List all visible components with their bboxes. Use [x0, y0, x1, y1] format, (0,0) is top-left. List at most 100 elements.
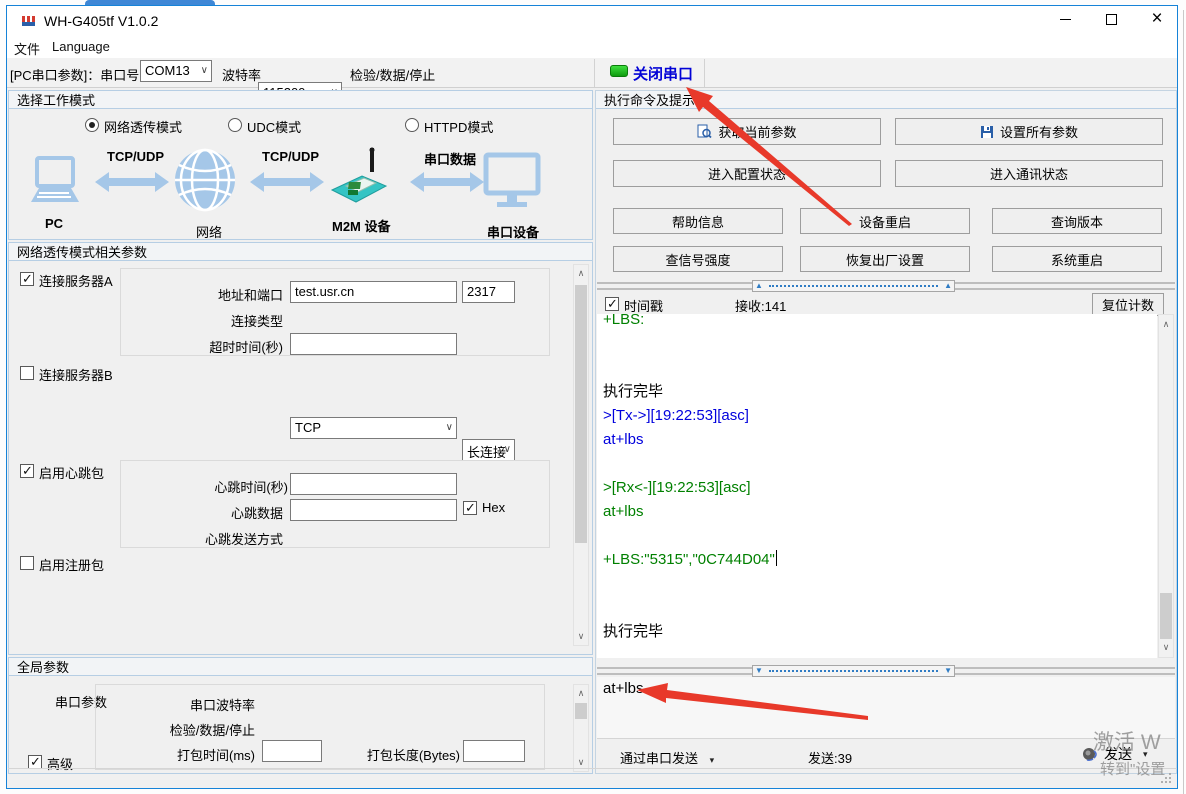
hb-data-label: 心跳数据 — [160, 503, 283, 522]
enter-comm-button[interactable]: 进入通讯状态 — [895, 160, 1163, 187]
background-window-edge — [1183, 10, 1184, 794]
collapse-down-icon[interactable]: ▼ — [753, 667, 765, 675]
hb-time-input[interactable] — [290, 473, 457, 495]
menu-language[interactable]: Language — [52, 39, 110, 54]
scroll-down-icon[interactable]: ∨ — [1159, 642, 1173, 653]
enter-config-label: 进入配置状态 — [708, 164, 786, 183]
hex-checkbox[interactable] — [463, 501, 477, 515]
com-port-select[interactable]: COM13 ∨ — [140, 60, 212, 82]
scroll-up-icon[interactable]: ∧ — [574, 268, 588, 279]
signal-strength-label: 查信号强度 — [665, 250, 730, 269]
splitter-dots — [769, 285, 938, 287]
menu-file[interactable]: 文件 — [14, 39, 40, 58]
splitter-handle[interactable]: ▼ ▼ — [752, 665, 955, 677]
advanced-checkbox[interactable] — [28, 755, 42, 769]
log-line: >[Tx->][19:22:53][asc] — [603, 404, 1157, 428]
log-line: +LBS: — [603, 314, 1157, 332]
send-input-area[interactable]: at+lbs — [597, 677, 1175, 738]
radio-net-passthrough[interactable] — [85, 118, 99, 132]
sent-count: 发送:39 — [808, 748, 852, 767]
radio-httpd-mode[interactable] — [405, 118, 419, 132]
net-params-scrollbar[interactable]: ∧ ∨ — [573, 264, 589, 646]
system-restart-label: 系统重启 — [1051, 250, 1103, 269]
set-params-button[interactable]: 设置所有参数 — [895, 118, 1163, 145]
collapse-up-icon[interactable]: ▲ — [942, 282, 954, 290]
port-status-led — [610, 65, 628, 77]
reset-count-button[interactable]: 复位计数 — [1092, 293, 1164, 316]
diagram-link2-label: TCP/UDP — [262, 149, 319, 164]
collapse-up-icon[interactable]: ▲ — [753, 282, 765, 290]
log-line — [603, 572, 1157, 596]
get-params-button[interactable]: 获取当前参数 — [613, 118, 881, 145]
close-port-label: 关闭串口 — [633, 66, 693, 83]
help-info-button[interactable]: 帮助信息 — [613, 208, 783, 234]
server-addr-input[interactable]: test.usr.cn — [290, 281, 457, 303]
heartbeat-checkbox[interactable] — [20, 464, 34, 478]
hb-data-input[interactable] — [290, 499, 457, 521]
close-port-button[interactable]: 关闭串口 — [633, 63, 693, 84]
timestamp-checkbox[interactable] — [605, 297, 619, 311]
minimize-icon — [1060, 19, 1071, 20]
global-params-scrollbar[interactable]: ∧ ∨ — [573, 684, 589, 772]
diagram-serial-label: 串口设备 — [487, 222, 539, 241]
pack-len-input[interactable] — [463, 740, 525, 762]
scroll-up-icon[interactable]: ∧ — [1159, 319, 1173, 330]
server-addr-value: test.usr.cn — [295, 284, 354, 299]
parity-label: 检验/数据/停止 — [350, 65, 435, 84]
log-scrollbar[interactable]: ∧ ∨ — [1158, 314, 1174, 658]
register-label: 启用注册包 — [39, 555, 104, 574]
scrollbar-thumb[interactable] — [1160, 593, 1172, 639]
log-line: at+lbs — [603, 500, 1157, 524]
timeout-input[interactable] — [290, 333, 457, 355]
timeout-label: 超时时间(秒) — [160, 337, 283, 356]
diagram-link1-label: TCP/UDP — [107, 149, 164, 164]
query-version-label: 查询版本 — [1051, 212, 1103, 231]
splitter-handle[interactable]: ▲ ▲ — [752, 280, 955, 292]
keepalive-select[interactable]: 长连接 ∨ — [462, 439, 515, 461]
heartbeat-label: 启用心跳包 — [39, 463, 104, 482]
query-version-button[interactable]: 查询版本 — [992, 208, 1162, 234]
doc-search-icon — [697, 124, 712, 139]
log-area[interactable]: +LBS:执行完毕>[Tx->][19:22:53][asc]at+lbs>[R… — [597, 314, 1157, 658]
enter-config-button[interactable]: 进入配置状态 — [613, 160, 881, 187]
log-line — [603, 452, 1157, 476]
server-b-label: 连接服务器B — [39, 365, 113, 384]
chevron-down-icon: ∨ — [504, 444, 511, 455]
scrollbar-thumb[interactable] — [575, 285, 587, 543]
server-port-value: 2317 — [467, 284, 496, 299]
system-restart-button[interactable]: 系统重启 — [992, 246, 1162, 272]
diagram-link3-label: 串口数据 — [424, 149, 476, 168]
radio-httpd-mode-label: HTTPD模式 — [424, 117, 493, 136]
pack-time-input[interactable] — [262, 740, 322, 762]
signal-strength-button[interactable]: 查信号强度 — [613, 246, 783, 272]
log-line: >[Rx<-][19:22:53][asc] — [603, 476, 1157, 500]
send-via-dropdown[interactable]: 通过串口发送 ▾ — [620, 748, 714, 767]
server-b-checkbox[interactable] — [20, 366, 34, 380]
close-button[interactable]: × — [1142, 6, 1172, 32]
enter-comm-label: 进入通讯状态 — [990, 164, 1068, 183]
register-checkbox[interactable] — [20, 556, 34, 570]
device-restart-button[interactable]: 设备重启 — [800, 208, 970, 234]
server-a-checkbox[interactable] — [20, 272, 34, 286]
collapse-down-icon[interactable]: ▼ — [942, 667, 954, 675]
g-parity-label: 检验/数据/停止 — [150, 720, 255, 739]
scroll-down-icon[interactable]: ∨ — [574, 631, 588, 642]
minimize-button[interactable] — [1050, 6, 1080, 32]
radio-udc-mode[interactable] — [228, 118, 242, 132]
diagram-pc-label: PC — [45, 216, 63, 231]
scrollbar-thumb[interactable] — [575, 703, 587, 719]
activation-watermark-line2: 转到"设置 — [1100, 758, 1165, 779]
recv-count: 接收:141 — [735, 296, 786, 315]
conn-type-select[interactable]: TCP ∨ — [290, 417, 457, 439]
send-input-text: at+lbs — [603, 680, 643, 697]
scroll-up-icon[interactable]: ∧ — [574, 688, 588, 699]
text-cursor — [776, 550, 777, 566]
maximize-button[interactable] — [1096, 6, 1126, 32]
scroll-down-icon[interactable]: ∨ — [574, 757, 588, 768]
set-params-label: 设置所有参数 — [1000, 122, 1078, 141]
hb-mode-label: 心跳发送方式 — [160, 529, 283, 548]
factory-reset-button[interactable]: 恢复出厂设置 — [800, 246, 970, 272]
server-port-input[interactable]: 2317 — [462, 281, 515, 303]
divider — [597, 738, 1175, 739]
hb-time-label: 心跳时间(秒) — [160, 477, 288, 496]
